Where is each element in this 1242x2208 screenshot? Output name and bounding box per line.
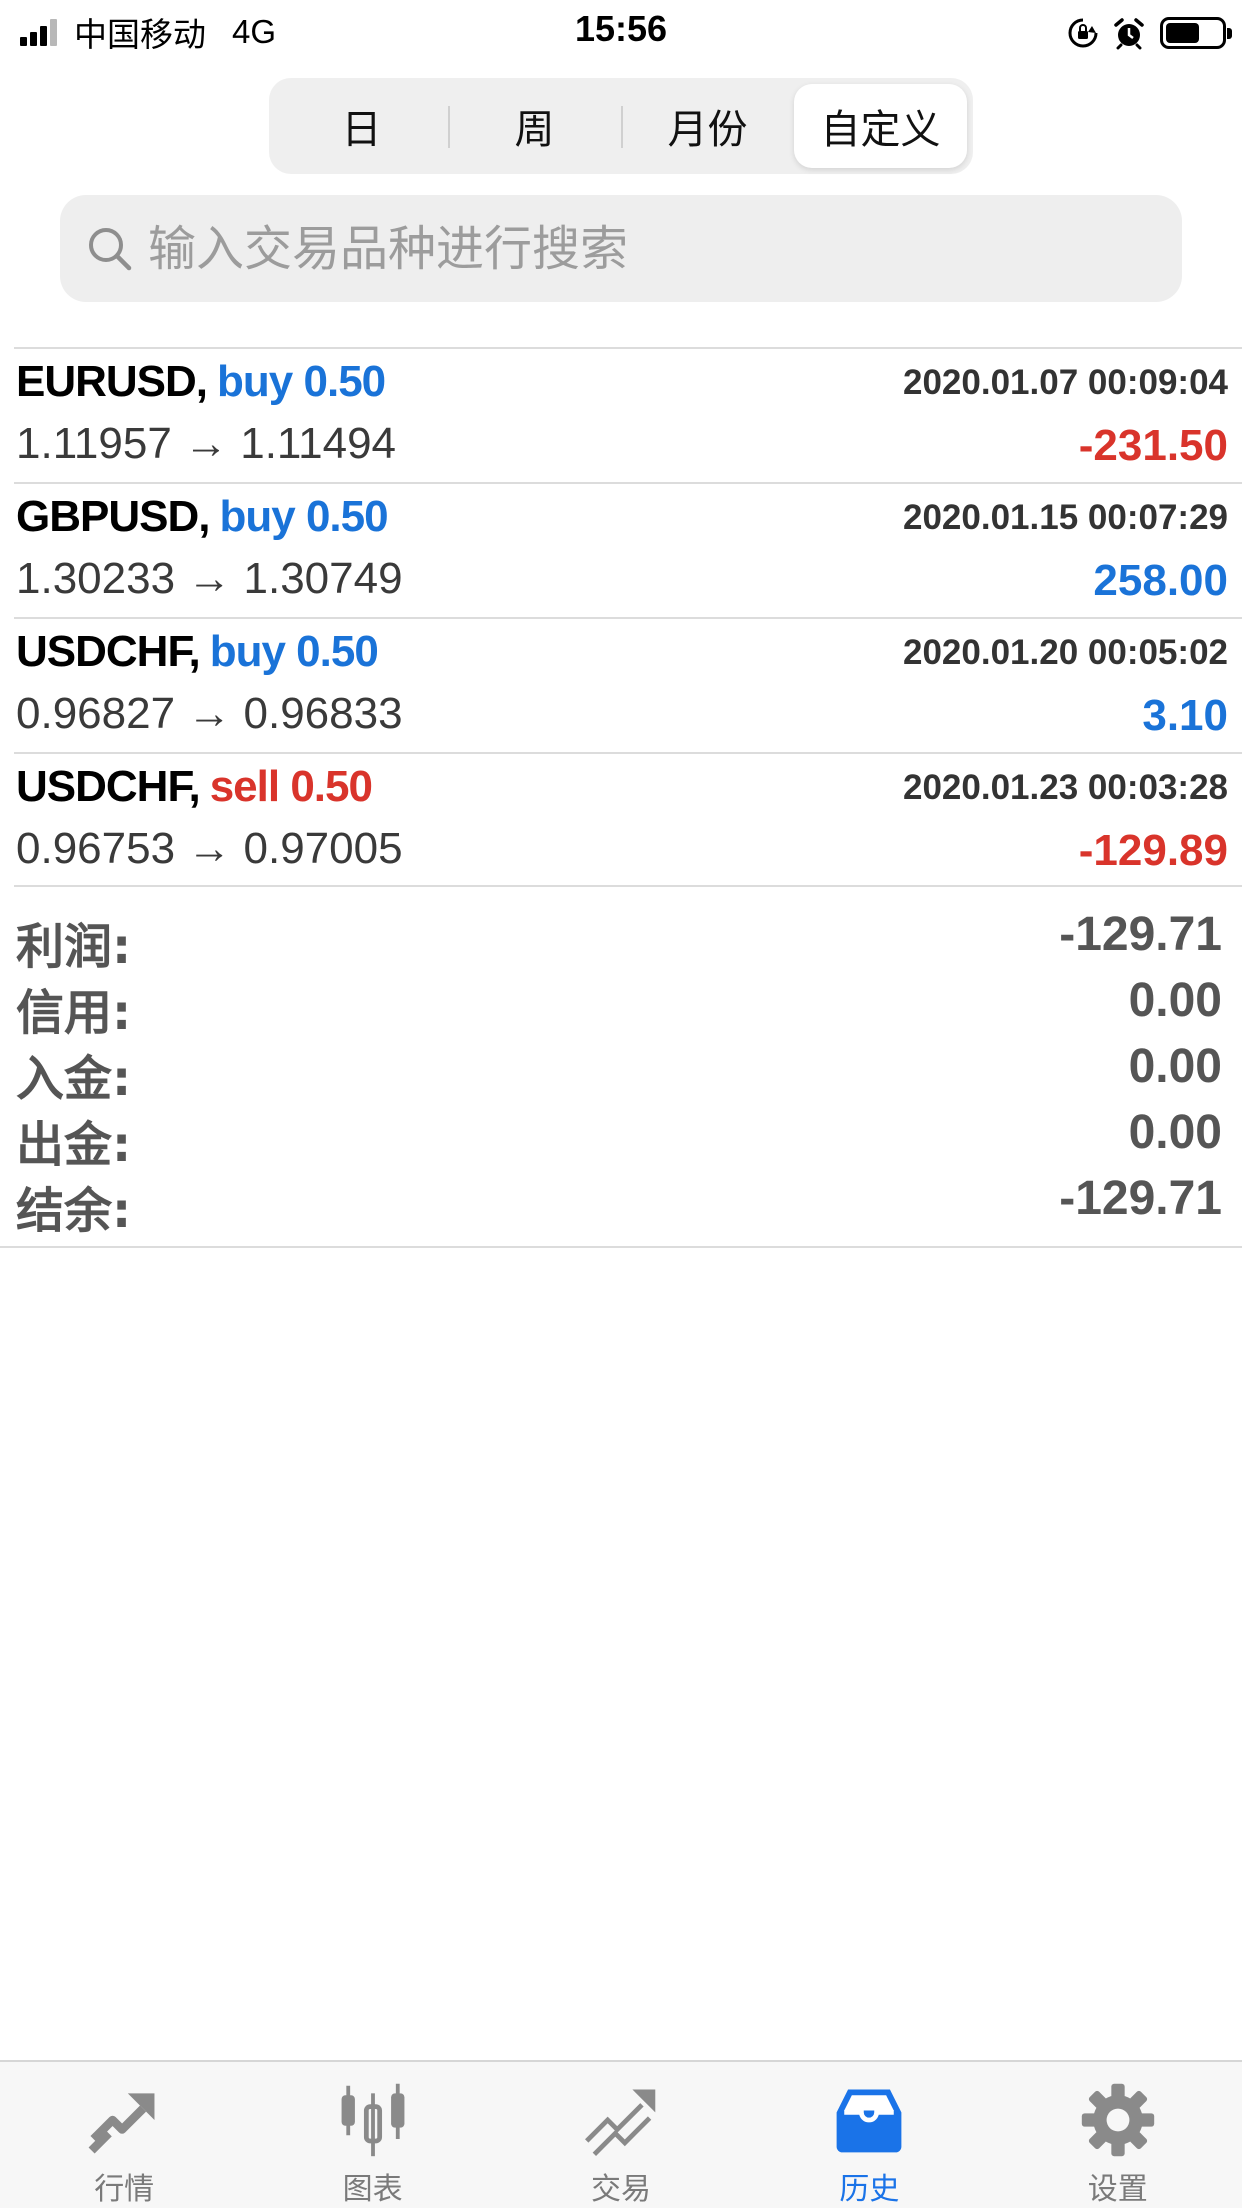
summary-row-profit: 利润: -129.71 <box>14 903 1242 975</box>
trade-row[interactable]: USDCHF, buy 0.50 2020.01.20 00:05:02 0.96… <box>14 617 1242 752</box>
trade-datetime: 2020.01.23 00:03:28 <box>903 768 1228 807</box>
tab-quotes[interactable]: 行情 <box>0 2062 248 2208</box>
trade-symbol-line: USDCHF, sell 0.50 <box>16 762 373 812</box>
trade-symbol: USDCHF, <box>16 627 201 676</box>
trade-symbol-line: USDCHF, buy 0.50 <box>16 627 379 677</box>
summary-value: -129.71 <box>1059 908 1222 961</box>
tab-trade[interactable]: 交易 <box>497 2062 745 2208</box>
tab-settings[interactable]: 设置 <box>994 2062 1242 2208</box>
trade-symbol: GBPUSD, <box>16 492 210 541</box>
trade-prices: 0.96753 → 0.97005 <box>16 824 403 873</box>
search-bar[interactable] <box>60 195 1182 302</box>
trade-volume: 0.50 <box>305 492 389 541</box>
trade-datetime: 2020.01.07 00:09:04 <box>903 363 1228 402</box>
period-segmented-control: 日 周 月份 自定义 <box>269 78 973 174</box>
tab-chart[interactable]: 图表 <box>248 2062 496 2208</box>
trade-profit: -231.50 <box>1078 421 1228 470</box>
alarm-icon <box>1114 18 1144 50</box>
tab-day[interactable]: 日 <box>275 84 448 168</box>
status-bar-right <box>1054 14 1232 52</box>
tab-history[interactable]: 历史 <box>745 2062 993 2208</box>
chart-icon <box>341 2083 405 2157</box>
tab-label: 行情 <box>94 2172 155 2207</box>
summary-row-credit: 信用: 0.00 <box>14 969 1242 1041</box>
summary-label: 信用: <box>16 985 132 1041</box>
divider <box>0 1246 1242 1248</box>
tab-custom[interactable]: 自定义 <box>794 84 967 168</box>
quotes-icon <box>88 2093 155 2154</box>
trade-prices: 1.30233 → 1.30749 <box>16 554 403 603</box>
trade-symbol: USDCHF, <box>16 762 201 811</box>
trade-row[interactable]: GBPUSD, buy 0.50 2020.01.15 00:07:29 1.30… <box>14 482 1242 617</box>
summary-row-withdrawal: 出金: 0.00 <box>14 1101 1242 1173</box>
battery-icon <box>1160 17 1232 49</box>
history-icon <box>836 2089 902 2153</box>
summary-label: 出金: <box>16 1117 132 1173</box>
tab-label: 设置 <box>1087 2172 1148 2207</box>
tab-label: 交易 <box>590 2172 651 2207</box>
trade-datetime: 2020.01.20 00:05:02 <box>903 633 1228 672</box>
trade-side: buy <box>219 492 295 541</box>
trade-side: buy <box>209 627 286 676</box>
trade-symbol-line: GBPUSD, buy 0.50 <box>16 492 389 542</box>
trade-prices: 0.96827 → 0.96833 <box>16 689 403 738</box>
summary-value: 0.00 <box>1128 1040 1222 1093</box>
summary-label: 结余: <box>16 1183 132 1239</box>
summary-value: -129.71 <box>1059 1172 1222 1225</box>
trade-datetime: 2020.01.15 00:07:29 <box>903 498 1228 537</box>
trade-row[interactable]: USDCHF, sell 0.50 2020.01.23 00:03:28 0.9… <box>14 752 1242 887</box>
trade-side: sell <box>209 762 280 811</box>
orientation-lock-icon <box>1068 18 1098 48</box>
trade-volume: 0.50 <box>290 762 373 811</box>
trade-icon <box>584 2089 656 2156</box>
trade-profit: -129.89 <box>1078 826 1228 875</box>
trade-history-list: EURUSD, buy 0.50 2020.01.07 00:09:04 1.11… <box>14 347 1242 887</box>
trade-profit: 3.10 <box>1142 691 1228 740</box>
summary-row-deposit: 入金: 0.00 <box>14 1035 1242 1107</box>
trade-prices: 1.11957 → 1.11494 <box>16 419 397 468</box>
summary-value: 0.00 <box>1128 1106 1222 1159</box>
tab-week[interactable]: 周 <box>448 84 621 168</box>
tab-label: 图表 <box>342 2172 403 2207</box>
search-icon <box>89 227 132 270</box>
bottom-tab-bar: 行情 图表 交易 历史 设置 <box>0 2060 1242 2208</box>
status-bar: 中国移动 4G 15:56 <box>0 0 1242 62</box>
trade-symbol-line: EURUSD, buy 0.50 <box>16 357 387 407</box>
trade-volume: 0.50 <box>296 627 379 676</box>
trade-symbol: EURUSD, <box>16 357 208 406</box>
trade-profit: 258.00 <box>1093 556 1228 605</box>
settings-icon <box>1081 2083 1154 2157</box>
summary-label: 利润: <box>16 919 132 975</box>
summary-label: 入金: <box>16 1051 132 1107</box>
tab-label: 历史 <box>839 2172 900 2207</box>
trade-side: buy <box>217 357 293 406</box>
trade-row[interactable]: EURUSD, buy 0.50 2020.01.07 00:09:04 1.11… <box>14 347 1242 482</box>
summary-row-balance: 结余: -129.71 <box>14 1167 1242 1239</box>
trade-volume: 0.50 <box>303 357 387 406</box>
account-summary: 利润: -129.71 信用: 0.00 入金: 0.00 出金: 0.00 结… <box>14 903 1242 1239</box>
summary-value: 0.00 <box>1128 974 1222 1027</box>
tab-month[interactable]: 月份 <box>621 84 794 168</box>
search-input[interactable] <box>148 220 1128 277</box>
